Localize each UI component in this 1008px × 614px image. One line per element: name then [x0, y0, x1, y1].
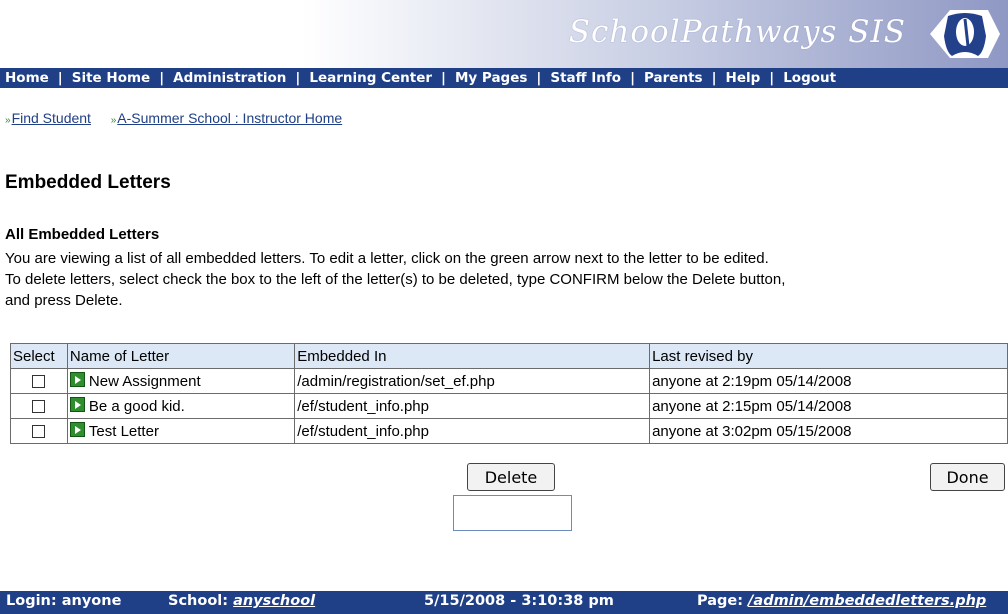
select-checkbox[interactable]	[32, 400, 46, 414]
school-label: School:	[168, 593, 229, 609]
page-label: Page:	[697, 593, 744, 609]
select-cell	[10, 418, 68, 444]
page-link[interactable]: /admin/embeddedletters.php	[748, 593, 986, 609]
instructor-home-link[interactable]: A-Summer School : Instructor Home	[117, 110, 342, 126]
instructions-line: and press Delete.	[5, 292, 123, 309]
revised-cell: anyone at 3:02pm 05/15/2008	[649, 418, 1008, 444]
delete-button[interactable]: Delete	[467, 463, 555, 491]
revised-cell: anyone at 2:19pm 05/14/2008	[649, 368, 1008, 394]
green-arrow-edit-icon[interactable]	[69, 372, 85, 387]
login-status: Login: anyone	[6, 593, 122, 609]
select-checkbox[interactable]	[32, 425, 46, 439]
instructions-text: You are viewing a list of all embedded l…	[5, 248, 1008, 311]
nav-administration[interactable]: Administration	[173, 70, 286, 86]
breadcrumb: »Find Student »A-Summer School : Instruc…	[5, 110, 342, 126]
letter-name-cell: Be a good kid.	[66, 393, 296, 419]
school-link[interactable]: anyschool	[233, 593, 315, 609]
header-select: Select	[10, 343, 68, 369]
nav-separator: |	[295, 70, 301, 86]
nav-parents[interactable]: Parents	[644, 70, 703, 86]
letter-name-cell: New Assignment	[66, 368, 296, 394]
open-book-logo-icon	[930, 10, 1000, 58]
green-arrow-edit-icon[interactable]	[69, 422, 85, 437]
page-status: Page: /admin/embeddedletters.php	[697, 593, 986, 609]
confirm-input[interactable]	[453, 495, 572, 531]
header-last-revised-by: Last revised by	[649, 343, 1008, 369]
nav-logout[interactable]: Logout	[783, 70, 836, 86]
nav-help[interactable]: Help	[726, 70, 761, 86]
embedded-in-cell: /ef/student_info.php	[294, 418, 651, 444]
letters-table: Select Name of Letter Embedded In Last r…	[10, 343, 1008, 444]
embedded-in-cell: /ef/student_info.php	[294, 393, 651, 419]
header-embedded-in: Embedded In	[294, 343, 651, 369]
nav-learning-center[interactable]: Learning Center	[309, 70, 432, 86]
nav-separator: |	[711, 70, 717, 86]
status-footer: Login: anyone School: anyschool 5/15/200…	[0, 591, 1008, 614]
nav-separator: |	[159, 70, 165, 86]
nav-separator: |	[769, 70, 775, 86]
double-arrow-icon: »	[5, 115, 11, 126]
nav-separator: |	[630, 70, 636, 86]
datetime-status: 5/15/2008 - 3:10:38 pm	[424, 593, 614, 609]
main-nav: Home | Site Home | Administration | Lear…	[0, 68, 1008, 88]
nav-home[interactable]: Home	[5, 70, 49, 86]
nav-my-pages[interactable]: My Pages	[455, 70, 527, 86]
header-banner: SchoolPathways SIS	[0, 0, 1008, 68]
brand-title: SchoolPathways SIS	[568, 14, 906, 50]
double-arrow-icon: »	[110, 115, 117, 126]
instructions-line: To delete letters, select check the box …	[5, 271, 786, 288]
section-title: All Embedded Letters	[5, 226, 160, 243]
embedded-in-cell: /admin/registration/set_ef.php	[294, 368, 651, 394]
instructions-line: You are viewing a list of all embedded l…	[5, 250, 769, 267]
select-cell	[10, 368, 68, 394]
nav-separator: |	[57, 70, 63, 86]
letter-name: New Assignment	[88, 373, 201, 390]
table-row: New Assignment /admin/registration/set_e…	[10, 368, 1008, 394]
nav-separator: |	[536, 70, 542, 86]
find-student-link[interactable]: Find Student	[12, 110, 91, 126]
table-row: Test Letter /ef/student_info.php anyone …	[10, 418, 1008, 444]
school-status: School: anyschool	[168, 593, 315, 609]
done-button[interactable]: Done	[930, 463, 1005, 491]
table-header-row: Select Name of Letter Embedded In Last r…	[10, 343, 1008, 369]
nav-separator: |	[441, 70, 446, 86]
revised-cell: anyone at 2:15pm 05/14/2008	[649, 393, 1008, 419]
green-arrow-edit-icon[interactable]	[69, 397, 85, 412]
nav-staff-info[interactable]: Staff Info	[550, 70, 621, 86]
table-row: Be a good kid. /ef/student_info.php anyo…	[10, 393, 1008, 419]
header-name-of-letter: Name of Letter	[66, 343, 296, 369]
letter-name-cell: Test Letter	[66, 418, 296, 444]
select-cell	[10, 393, 68, 419]
letter-name: Test Letter	[88, 423, 159, 440]
select-checkbox[interactable]	[32, 375, 46, 389]
nav-site-home[interactable]: Site Home	[72, 70, 150, 86]
page-title: Embedded Letters	[5, 172, 171, 193]
letter-name: Be a good kid.	[88, 398, 185, 415]
